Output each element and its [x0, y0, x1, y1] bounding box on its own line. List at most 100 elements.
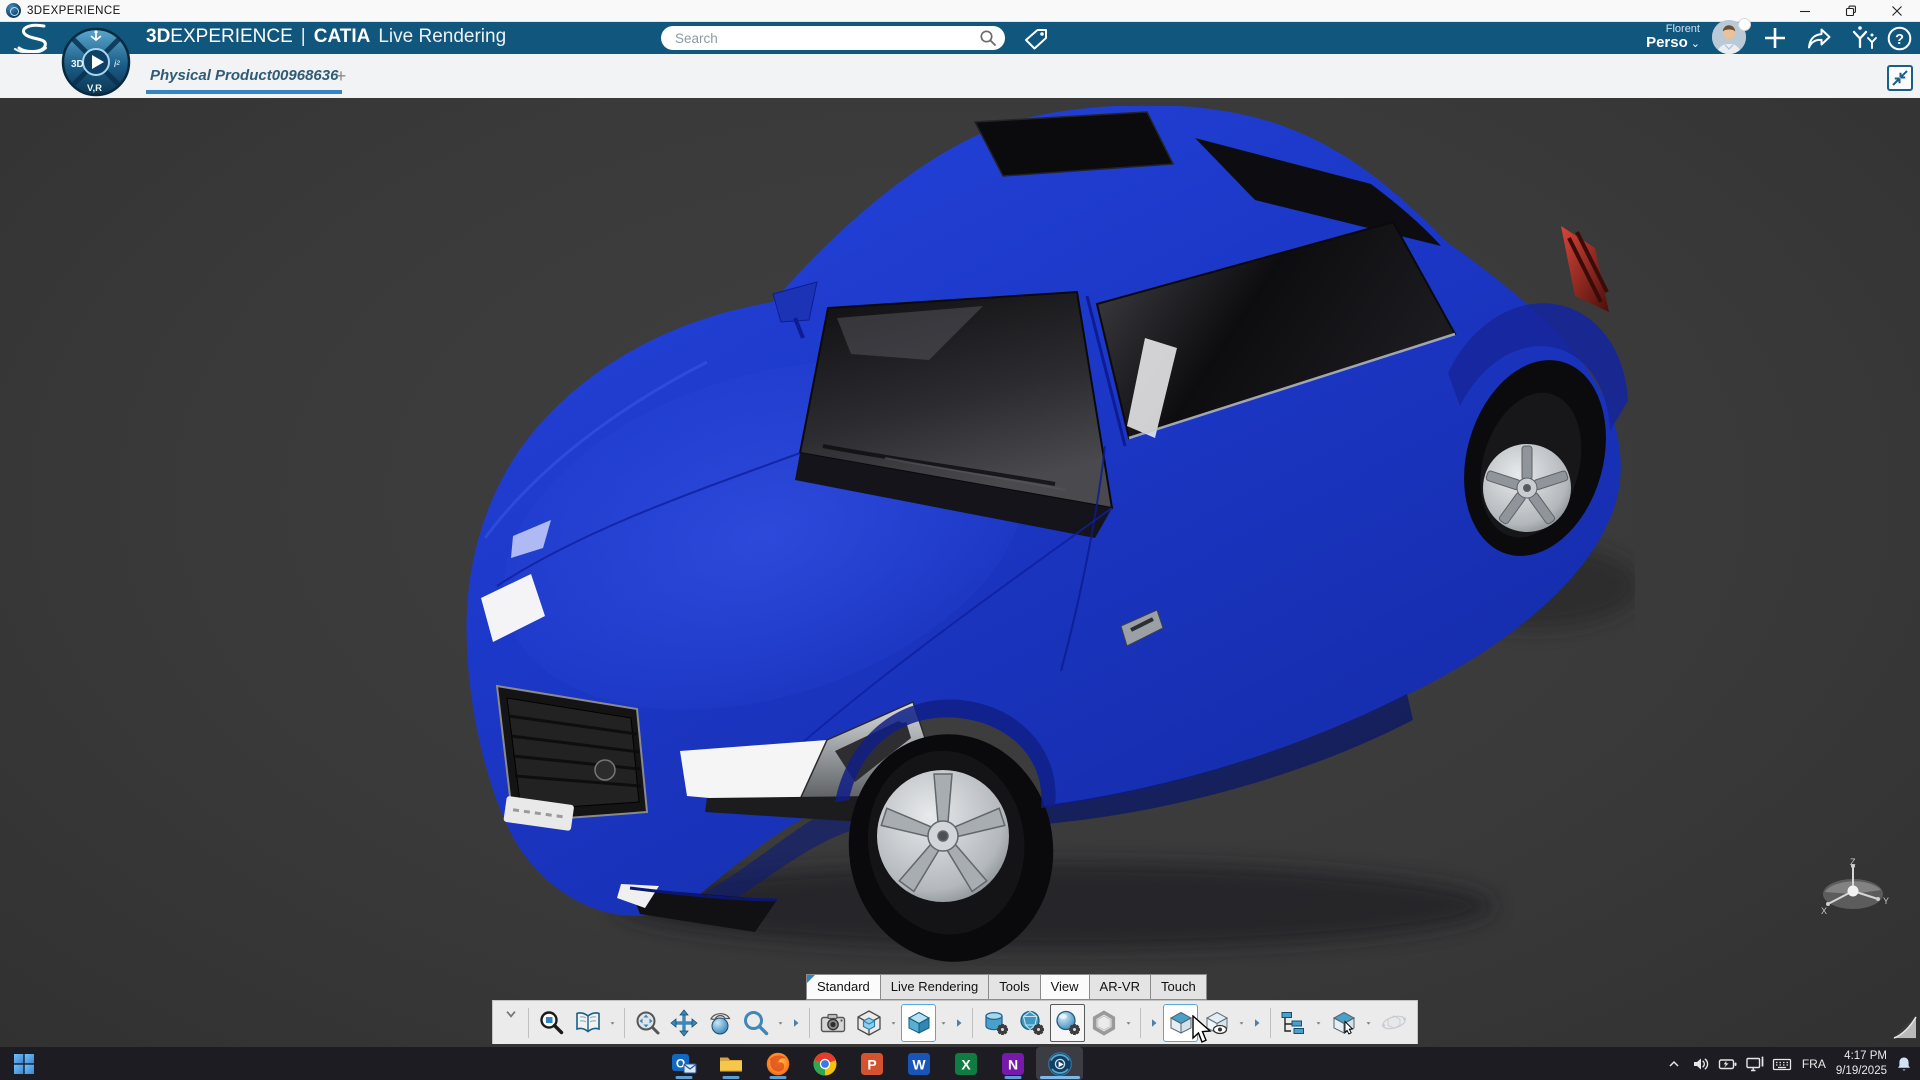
taskbar-app-excel[interactable]: X — [942, 1047, 989, 1080]
toolbar-separator — [809, 1008, 810, 1038]
caret-down-icon[interactable] — [606, 1004, 619, 1042]
document-tab[interactable]: Physical Product00968636 — [146, 67, 342, 94]
taskbar-app-file-explorer[interactable] — [707, 1047, 754, 1080]
examine-orbit-cube-icon — [1376, 1004, 1411, 1042]
collapse-panel-icon[interactable] — [1886, 64, 1914, 92]
3dexperience-compass-icon[interactable]: 3D i² V,R — [60, 26, 132, 98]
search-icon[interactable] — [979, 29, 997, 47]
chevron-down-icon: ⌄ — [1691, 38, 1700, 50]
clock-date: 9/19/2025 — [1836, 1064, 1887, 1078]
capture-camera-icon[interactable] — [815, 1004, 850, 1042]
taskbar-app-outlook[interactable]: O — [660, 1047, 707, 1080]
svg-text:P: P — [867, 1056, 876, 1072]
action-bar-toolbar — [492, 1000, 1418, 1044]
desktop: { "window": { "title": "3DEXPERIENCE", "… — [0, 0, 1920, 1080]
catalog-book-icon[interactable] — [570, 1004, 605, 1042]
render-cylinder-gear-icon[interactable] — [978, 1004, 1013, 1042]
toolbar-separator — [1270, 1008, 1271, 1038]
action-bar-tabs: StandardLive RenderingToolsViewAR-VRTouc… — [806, 974, 1206, 1000]
word-icon: W — [906, 1051, 932, 1077]
actionbar-tab-touch[interactable]: Touch — [1150, 974, 1207, 1000]
taskbar-app-word[interactable]: W — [895, 1047, 942, 1080]
actionbar-tab-tools[interactable]: Tools — [988, 974, 1040, 1000]
fit-all-in-icon[interactable] — [630, 1004, 665, 1042]
flyout-arrow-icon[interactable] — [1146, 1004, 1162, 1042]
minimize-button[interactable] — [1782, 0, 1828, 21]
flyout-arrow-icon[interactable] — [1249, 1004, 1265, 1042]
svg-text:?: ? — [1895, 31, 1904, 47]
brand-app: CATIA — [314, 26, 371, 47]
caret-down-icon[interactable] — [1362, 1004, 1375, 1042]
spec-tree-icon[interactable] — [1276, 1004, 1311, 1042]
robot-triad[interactable]: Z X Y — [1815, 858, 1891, 934]
triad-z-label: Z — [1850, 858, 1856, 867]
chevron-down-icon[interactable] — [499, 1001, 523, 1027]
tray-chevron-up-icon[interactable] — [1664, 1054, 1684, 1074]
taskbar-app-powerpoint[interactable]: P — [848, 1047, 895, 1080]
shaded-cube-icon[interactable] — [901, 1004, 936, 1042]
add-icon[interactable] — [1760, 24, 1790, 52]
3d-viewport[interactable]: Z X Y StandardLive RenderingToolsViewAR-… — [0, 98, 1920, 1047]
resize-handle-icon[interactable] — [1890, 1013, 1918, 1041]
system-tray: FRA 4:17 PM 9/19/2025 — [1664, 1047, 1914, 1080]
select-cube-icon[interactable] — [1163, 1004, 1198, 1042]
volume-icon[interactable] — [1691, 1054, 1711, 1074]
hide-show-cube-eye-icon[interactable] — [1199, 1004, 1234, 1042]
close-button[interactable] — [1874, 0, 1920, 21]
tag-icon[interactable] — [1023, 27, 1049, 51]
language-indicator[interactable]: FRA — [1799, 1057, 1829, 1071]
firefox-icon — [765, 1051, 791, 1077]
actionbar-tab-standard[interactable]: Standard — [806, 974, 881, 1000]
visibility-cube-cursor-icon[interactable] — [1326, 1004, 1361, 1042]
window-controls — [1782, 0, 1920, 21]
caret-down-icon[interactable] — [887, 1004, 900, 1042]
start-button[interactable] — [10, 1050, 38, 1078]
pan-icon[interactable] — [666, 1004, 701, 1042]
flyout-arrow-icon[interactable] — [788, 1004, 804, 1042]
user-menu[interactable]: Florent Perso⌄ — [1596, 23, 1700, 52]
search-box[interactable] — [661, 26, 1005, 50]
aperture-icon[interactable] — [1086, 1004, 1121, 1042]
battery-icon[interactable] — [1718, 1054, 1738, 1074]
caret-down-icon[interactable] — [1312, 1004, 1325, 1042]
caret-down-icon[interactable] — [1122, 1004, 1135, 1042]
new-tab-button[interactable]: + — [330, 66, 352, 87]
preview-zoom-icon[interactable] — [534, 1004, 569, 1042]
restore-button[interactable] — [1828, 0, 1874, 21]
community-people-icon[interactable] — [1848, 24, 1878, 52]
caret-down-icon[interactable] — [774, 1004, 787, 1042]
rotate-orbit-icon[interactable] — [702, 1004, 737, 1042]
search-input[interactable] — [673, 30, 979, 47]
svg-text:V,R: V,R — [87, 83, 102, 94]
render-polysphere-gear-icon[interactable] — [1014, 1004, 1049, 1042]
toolbar-separator — [1140, 1008, 1141, 1038]
actionbar-tab-view[interactable]: View — [1040, 974, 1090, 1000]
zoom-icon[interactable] — [738, 1004, 773, 1042]
outlook-icon: O — [671, 1051, 697, 1077]
render-sphere-gear-icon[interactable] — [1050, 1004, 1085, 1042]
touch-keyboard-icon[interactable] — [1772, 1054, 1792, 1074]
flyout-arrow-icon[interactable] — [951, 1004, 967, 1042]
caret-down-icon[interactable] — [937, 1004, 950, 1042]
taskbar-app-onenote[interactable]: N — [989, 1047, 1036, 1080]
taskbar-app-3dexperience[interactable] — [1036, 1047, 1083, 1080]
display-pen-icon[interactable] — [1745, 1054, 1765, 1074]
user-tenant: Perso — [1646, 34, 1688, 51]
iso-view-icon[interactable] — [851, 1004, 886, 1042]
share-icon[interactable] — [1804, 24, 1834, 52]
actionbar-tab-live-rendering[interactable]: Live Rendering — [880, 974, 989, 1000]
help-icon[interactable]: ? — [1884, 24, 1914, 52]
status-badge — [1738, 18, 1751, 31]
caret-down-icon[interactable] — [1235, 1004, 1248, 1042]
running-indicator — [1040, 1076, 1080, 1079]
clock[interactable]: 4:17 PM 9/19/2025 — [1836, 1049, 1887, 1078]
actionbar-tab-ar-vr[interactable]: AR-VR — [1089, 974, 1151, 1000]
car-model[interactable] — [455, 106, 1635, 966]
brand-separator: | — [301, 26, 306, 47]
document-tabstrip: Physical Product00968636 + — [0, 54, 1920, 98]
svg-text:X: X — [961, 1056, 971, 1072]
taskbar-app-chrome[interactable] — [801, 1047, 848, 1080]
toolbar-separator — [624, 1008, 625, 1038]
taskbar-app-firefox[interactable] — [754, 1047, 801, 1080]
notification-bell-icon[interactable] — [1894, 1054, 1914, 1074]
